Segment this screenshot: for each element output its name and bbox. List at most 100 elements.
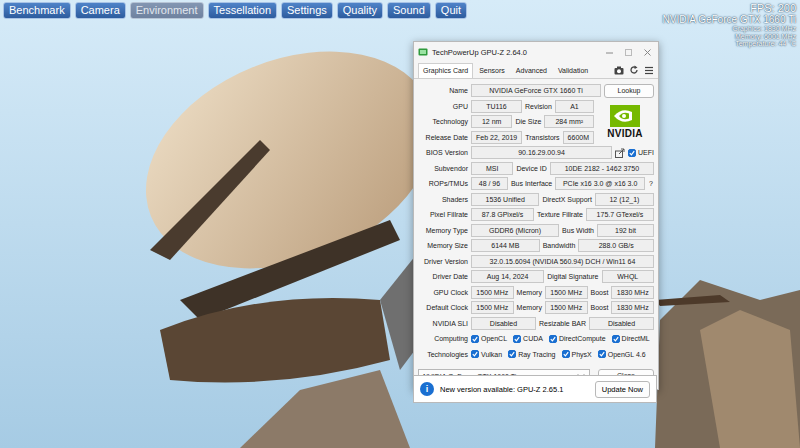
field-label: Release Date	[418, 134, 468, 141]
update-now-button[interactable]: Update Now	[595, 381, 650, 398]
field-value[interactable]: 10DE 2182 - 1462 3750	[550, 162, 654, 175]
menu-button[interactable]: Sound	[387, 2, 431, 19]
field-value[interactable]: 284 mm²	[544, 115, 594, 128]
info-row: NameNVIDIA GeForce GTX 1660 TiLookup	[418, 83, 654, 98]
checkbox-label: OpenGL 4.6	[608, 351, 646, 358]
field-label: Die Size	[515, 118, 541, 125]
stat-line: Temperature: 44 °C	[663, 40, 796, 48]
stat-line: Graphics: 1830 MHz	[663, 25, 796, 33]
field-value[interactable]: WHQL	[602, 270, 654, 283]
tab[interactable]: Advanced	[511, 63, 552, 78]
checkbox[interactable]	[549, 335, 557, 343]
field-value[interactable]: PCIe x16 3.0 @ x16 3.0	[555, 177, 645, 190]
checkbox[interactable]	[612, 335, 620, 343]
info-row: TechnologiesVulkanRay TracingPhysXOpenGL…	[418, 347, 654, 362]
menu-button[interactable]: Camera	[75, 2, 126, 19]
maximize-icon[interactable]	[624, 48, 633, 57]
checkbox[interactable]	[471, 335, 479, 343]
field-value[interactable]: 1500 MHz	[545, 286, 588, 299]
field-label: Revision	[525, 103, 552, 110]
field-label: Device ID	[516, 165, 546, 172]
field-value[interactable]: Disabled	[589, 317, 654, 330]
field-value[interactable]: 32.0.15.6094 (NVIDIA 560.94) DCH / Win11…	[471, 255, 654, 268]
checkbox-item[interactable]: DirectCompute	[549, 335, 606, 343]
field-value[interactable]: 1500 MHz	[545, 301, 588, 314]
checkbox-item[interactable]: Vulkan	[471, 350, 502, 358]
field-value[interactable]: 48 / 96	[471, 177, 508, 190]
field-value[interactable]: 90.16.29.00.94	[471, 146, 612, 159]
close-icon[interactable]	[643, 48, 652, 57]
update-message: New version available: GPU-Z 2.65.1	[440, 385, 589, 394]
menu-button[interactable]: Tessellation	[208, 2, 277, 19]
field-label: Driver Version	[418, 258, 468, 265]
window-controls	[605, 48, 654, 57]
info-row: GPU Clock1500 MHzMemory1500 MHzBoost1830…	[418, 285, 654, 300]
field-value[interactable]: 1830 MHz	[611, 286, 654, 299]
field-value[interactable]: 175.7 GTexel/s	[586, 208, 654, 221]
field-value[interactable]: MSI	[471, 162, 513, 175]
checkbox-label: PhysX	[572, 351, 592, 358]
tick-icon	[472, 336, 478, 342]
field-value[interactable]: 1536 Unified	[471, 193, 539, 206]
menu-button[interactable]: Settings	[281, 2, 333, 19]
field-value[interactable]: 12 nm	[471, 115, 512, 128]
field-value[interactable]: 6600M	[563, 131, 594, 144]
field-value[interactable]: 192 bit	[597, 224, 654, 237]
menu-button[interactable]: Quality	[337, 2, 383, 19]
info-row: SubvendorMSIDevice ID10DE 2182 - 1462 37…	[418, 161, 654, 176]
nvidia-eye-icon	[610, 105, 640, 127]
checkbox[interactable]	[562, 350, 570, 358]
field-label: GPU Clock	[418, 289, 468, 296]
checkbox-item[interactable]: PhysX	[562, 350, 592, 358]
checkbox-item[interactable]: Ray Tracing	[508, 350, 555, 358]
checkbox[interactable]	[508, 350, 516, 358]
tab[interactable]: Sensors	[474, 63, 510, 78]
checkbox-item[interactable]: UEFI	[628, 149, 654, 157]
field-label: Name	[418, 87, 468, 94]
lookup-button[interactable]: Lookup	[604, 84, 654, 98]
field-value[interactable]: TU116	[471, 100, 522, 113]
camera-icon[interactable]	[614, 66, 624, 75]
refresh-icon[interactable]	[629, 65, 639, 75]
info-row: Shaders1536 UnifiedDirectX Support12 (12…	[418, 192, 654, 207]
checkbox-item[interactable]: OpenCL	[471, 335, 507, 343]
tick-icon	[550, 336, 556, 342]
field-value[interactable]: A1	[555, 100, 594, 113]
field-value[interactable]: GDDR6 (Micron)	[471, 224, 559, 237]
checkbox[interactable]	[628, 149, 636, 157]
field-value[interactable]: 12 (12_1)	[595, 193, 654, 206]
field-label: Resizable BAR	[539, 320, 586, 327]
tab[interactable]: Validation	[553, 63, 593, 78]
field-value[interactable]: 288.0 GB/s	[578, 239, 654, 252]
menu-button[interactable]: Quit	[435, 2, 467, 19]
checkbox-label: DirectML	[622, 335, 650, 342]
title-bar: TechPowerUp GPU-Z 2.64.0	[414, 42, 658, 62]
tab-bar: Graphics CardSensorsAdvancedValidation	[414, 62, 658, 79]
checkbox[interactable]	[513, 335, 521, 343]
menu-button[interactable]: Benchmark	[3, 2, 71, 19]
field-label: Boost	[591, 304, 609, 311]
field-label: DirectX Support	[542, 196, 591, 203]
checkbox[interactable]	[471, 350, 479, 358]
fps-counter: FPS: 200	[663, 2, 796, 14]
tab[interactable]: Graphics Card	[418, 63, 473, 78]
field-label: Default Clock	[418, 304, 468, 311]
share-icon[interactable]	[615, 148, 625, 158]
minimize-icon[interactable]	[605, 48, 614, 57]
field-value[interactable]: 6144 MB	[471, 239, 540, 252]
checkbox-item[interactable]: OpenGL 4.6	[598, 350, 646, 358]
field-value[interactable]: NVIDIA GeForce GTX 1660 Ti	[471, 84, 601, 97]
field-value[interactable]: 1830 MHz	[611, 301, 654, 314]
field-value[interactable]: Aug 14, 2024	[471, 270, 544, 283]
field-value[interactable]: Disabled	[471, 317, 536, 330]
menu-icon[interactable]	[644, 66, 654, 75]
field-value[interactable]: Feb 22, 2019	[471, 131, 522, 144]
help-button[interactable]: ?	[648, 180, 654, 187]
field-label: NVIDIA SLI	[418, 320, 468, 327]
checkbox-item[interactable]: DirectML	[612, 335, 650, 343]
checkbox[interactable]	[598, 350, 606, 358]
field-value[interactable]: 1500 MHz	[471, 301, 514, 314]
field-value[interactable]: 87.8 GPixel/s	[471, 208, 534, 221]
field-value[interactable]: 1500 MHz	[471, 286, 514, 299]
checkbox-item[interactable]: CUDA	[513, 335, 543, 343]
